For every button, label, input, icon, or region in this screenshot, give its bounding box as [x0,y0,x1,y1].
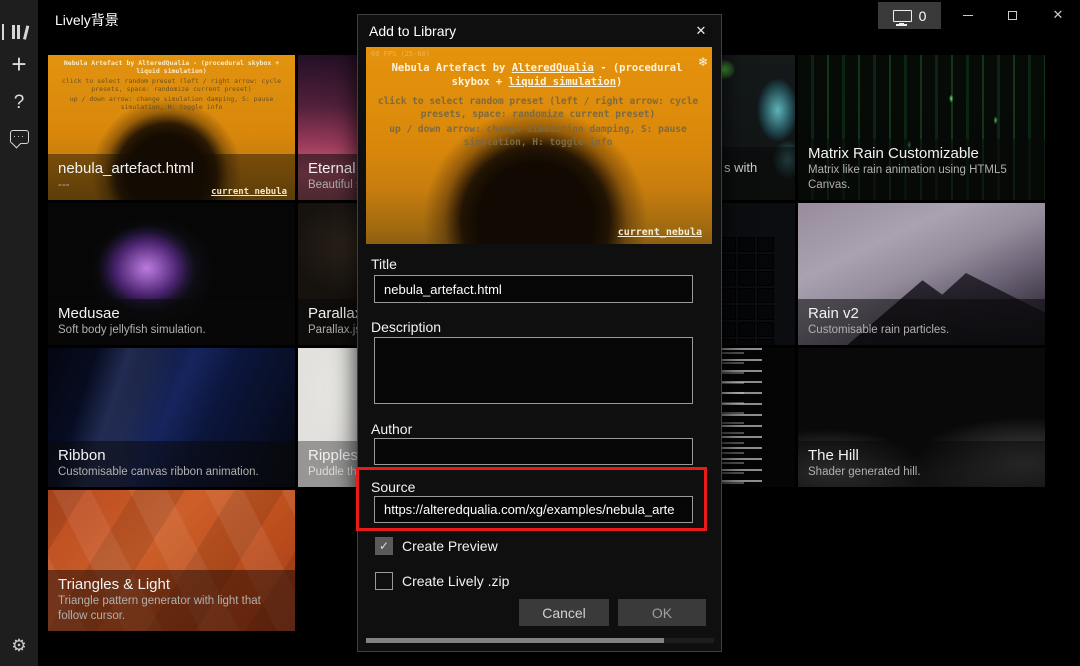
wallpaper-preview: 60 FPS (25-60) ❄ Nebula Artefact by Alte… [366,47,712,244]
tile-subtitle: Matrix like rain animation using HTML5 C… [808,163,1035,193]
tile-nebula-artefact[interactable]: Nebula Artefact by AlteredQualia - (proc… [48,55,295,200]
display-count: 0 [919,8,927,24]
tile-ribbon[interactable]: Ribbon Customisable canvas ribbon animat… [48,348,295,487]
settings-gear-icon[interactable]: ⚙ [0,636,38,656]
tile-rain-v2[interactable]: Rain v2 Customisable rain particles. [798,203,1045,345]
tile-title: Medusae [58,304,285,323]
tile-title: Rain v2 [808,304,1035,323]
tile-caption: Rain v2 Customisable rain particles. [798,299,1045,345]
cancel-button[interactable]: Cancel [519,599,609,626]
tile-title: Ribbon [58,446,285,465]
checkbox-label: Create Lively .zip [402,573,509,589]
checkbox-label: Create Preview [402,538,498,554]
tile-caption: Medusae Soft body jellyfish simulation. [48,299,295,345]
library-icon[interactable] [0,23,38,41]
minimize-button[interactable] [952,0,984,30]
tile-overlay-text: Nebula Artefact by AlteredQualia - (proc… [48,59,295,111]
scrollbar-thumb[interactable] [366,638,664,643]
tile-title: The Hill [808,446,1035,465]
maximize-button[interactable] [996,0,1028,30]
tile-subtitle: Triangle pattern generator with light th… [58,594,285,624]
dialog-title: Add to Library [369,23,456,39]
title-input[interactable] [374,275,693,303]
ok-button[interactable]: OK [618,599,706,626]
dialog-close-icon[interactable]: ✕ [691,21,711,41]
tile-corner-label: current_nebula [211,187,287,197]
check-icon: ✓ [379,539,389,553]
add-to-library-dialog: Add to Library ✕ 60 FPS (25-60) ❄ Nebula… [357,14,722,652]
tile-caption: Triangles & Light Triangle pattern gener… [48,570,295,631]
preview-info-line1: click to select random preset (left / ri… [374,95,702,121]
tile-triangles-light[interactable]: Triangles & Light Triangle pattern gener… [48,490,295,631]
description-input[interactable] [374,337,693,404]
tile-matrix-rain[interactable]: Matrix Rain Customizable Matrix like rai… [798,55,1045,200]
tile-caption: Ribbon Customisable canvas ribbon animat… [48,441,295,487]
checkbox-box[interactable]: ✓ [375,537,393,555]
feedback-icon[interactable]: ··· [0,130,38,144]
tile-title: nebula_artefact.html [58,159,285,178]
create-zip-checkbox[interactable]: Create Lively .zip [375,572,509,590]
tile-the-hill[interactable]: The Hill Shader generated hill. [798,348,1045,487]
close-button[interactable]: ✕ [1042,0,1074,30]
app-title: Lively背景 [55,10,119,30]
preview-info-line2: up / down arrow: change simulation dampi… [374,123,702,149]
fps-text: 60 FPS (25-60) [371,50,430,58]
title-label: Title [371,256,397,272]
tile-subtitle: Shader generated hill. [808,465,1035,480]
snowflake-icon: ❄ [698,55,708,69]
sidebar: + ? ··· ⚙ [0,0,38,666]
preview-corner-label: current_nebula [618,227,702,238]
tile-subtitle: Customisable canvas ribbon animation. [58,465,285,480]
create-preview-checkbox[interactable]: ✓ Create Preview [375,537,498,555]
display-selector-button[interactable]: 0 [878,2,941,29]
author-input[interactable] [374,438,693,465]
tile-subtitle: Soft body jellyfish simulation. [58,323,285,338]
description-label: Description [371,319,441,335]
lively-wallpaper-window: + ? ··· ⚙ Lively背景 0 ✕ Nebula Artefact b… [0,0,1080,666]
tile-subtitle: Customisable rain particles. [808,323,1035,338]
tile-caption: Matrix Rain Customizable Matrix like rai… [798,139,1045,200]
tile-medusae[interactable]: Medusae Soft body jellyfish simulation. [48,203,295,345]
preview-title-text: Nebula Artefact by AlteredQualia - (proc… [376,61,698,89]
tile-title: Triangles & Light [58,575,285,594]
checkbox-box[interactable] [375,572,393,590]
tile-title: Matrix Rain Customizable [808,144,1035,163]
monitor-icon [893,10,912,22]
dialog-horizontal-scrollbar[interactable] [366,638,714,643]
help-icon[interactable]: ? [0,92,38,114]
add-wallpaper-icon[interactable]: + [0,50,38,78]
tile-caption: The Hill Shader generated hill. [798,441,1045,487]
annotation-highlight-rectangle [356,467,707,531]
author-label: Author [371,421,412,437]
